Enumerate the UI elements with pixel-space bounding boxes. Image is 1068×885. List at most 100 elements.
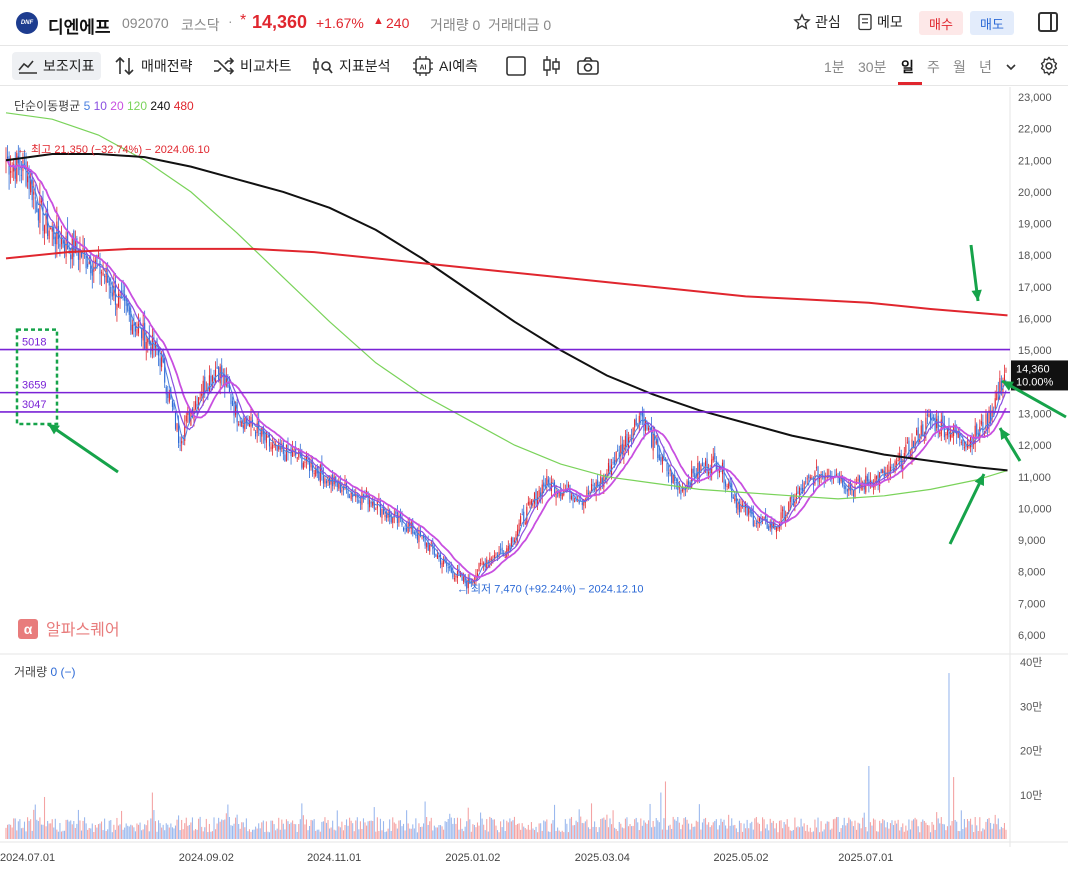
chart-type-button[interactable] <box>542 46 562 86</box>
volume-bar <box>701 822 703 839</box>
candle-body <box>73 230 75 257</box>
date-tick-label: 2025.03.04 <box>575 852 630 864</box>
candle-body <box>279 446 281 450</box>
volume-bar <box>205 818 207 839</box>
candle-body <box>806 478 808 480</box>
sell-button[interactable]: 매도 <box>970 11 1014 35</box>
volume-bar <box>646 823 648 839</box>
side-panel-toggle-icon[interactable] <box>1038 12 1058 32</box>
date-tick-label: 2024.07.01 <box>0 852 55 864</box>
volume-bar <box>145 825 147 839</box>
gear-icon[interactable] <box>1038 55 1060 77</box>
strategy-button[interactable]: 매매전략 <box>114 46 193 86</box>
volume-bar <box>424 801 426 839</box>
volume-bar <box>336 810 338 839</box>
volume-bar <box>768 830 770 839</box>
watch-button[interactable]: 관심 <box>793 12 841 32</box>
candle-body <box>353 493 355 495</box>
volume-bar <box>902 823 904 839</box>
volume-bar <box>97 824 99 839</box>
candle-body <box>574 500 576 502</box>
volume-bar <box>560 831 562 839</box>
screenshot-button[interactable] <box>577 46 599 86</box>
volume-bar <box>88 828 90 839</box>
timeframe-4[interactable]: 월 <box>953 57 966 77</box>
buy-button[interactable]: 매수 <box>919 11 963 35</box>
candle-body <box>963 447 965 449</box>
ma240-line <box>5 153 1008 472</box>
ai-label: AI예측 <box>439 58 478 74</box>
candle-body <box>731 483 733 498</box>
volume-bar <box>162 824 164 839</box>
candle-body <box>977 432 979 434</box>
chart-area[interactable]: 5018 3659 3047 23,000 22,000 21,000 20,000 19,… <box>0 87 1068 880</box>
volume-bar <box>905 825 907 839</box>
volume-bar <box>399 820 401 839</box>
volume-bar <box>758 823 761 839</box>
volume-bar <box>574 825 576 839</box>
volume-bar <box>379 818 381 839</box>
volume-bar <box>56 829 58 839</box>
volume-bar <box>285 819 287 839</box>
checkbox-icon <box>506 56 526 76</box>
candle-body <box>926 414 928 417</box>
checkbox-toggle[interactable] <box>505 46 527 86</box>
volume-bar <box>432 830 434 839</box>
memo-button[interactable]: 메모 <box>857 12 903 32</box>
volume-bar <box>848 817 850 839</box>
stock-code: 092070 <box>122 15 169 31</box>
volume-bar <box>128 826 130 839</box>
volume-bar <box>990 822 992 839</box>
compare-button[interactable]: 비교차트 <box>213 46 292 86</box>
timeframe-0[interactable]: 1분 <box>824 57 845 77</box>
indicator-button[interactable]: 보조지표 <box>12 52 101 80</box>
volume-bar <box>569 818 571 839</box>
volume-bar <box>694 826 696 839</box>
volume-bar <box>62 830 64 839</box>
timeframe-1[interactable]: 30분 <box>858 57 886 77</box>
volume-bar <box>600 819 602 839</box>
timeframe-2[interactable]: 일 <box>901 57 914 77</box>
volume-bar <box>22 827 24 839</box>
ai-forecast-button[interactable]: AI AI예측 <box>412 46 478 86</box>
analysis-button[interactable]: 지표분석 <box>312 46 391 86</box>
volume-bar <box>150 818 152 839</box>
volume-bar <box>410 828 412 839</box>
volume-bar <box>293 823 295 839</box>
candle-body <box>241 421 243 427</box>
timeframe-5[interactable]: 년 <box>979 57 992 77</box>
volume-bar <box>580 816 582 839</box>
date-tick-label: 2024.11.01 <box>307 852 361 864</box>
candle-body <box>509 545 511 550</box>
volume-bar <box>906 830 908 839</box>
volume-bar <box>19 819 21 839</box>
chevron-down-icon[interactable] <box>1004 60 1018 74</box>
volume-bar <box>555 831 557 839</box>
candle-body <box>737 503 739 510</box>
candle-body <box>655 441 657 444</box>
timeframe-3[interactable]: 주 <box>927 57 940 77</box>
volume-bar <box>714 820 716 839</box>
volume-bar <box>96 827 98 839</box>
volume-bar <box>668 825 670 839</box>
candle-body <box>238 423 240 425</box>
candle-body <box>219 366 221 384</box>
volume-bar <box>34 804 36 839</box>
volume-bar <box>973 832 975 839</box>
volume-bar <box>225 813 227 839</box>
stock-name[interactable]: 디엔에프 <box>48 13 111 38</box>
candle-body <box>845 486 847 489</box>
volume-bar <box>402 823 405 839</box>
price-chart[interactable]: 5018 3659 3047 23,000 22,000 21,000 20,000 19,… <box>0 87 1068 880</box>
candle-body <box>587 492 589 495</box>
volume-bar <box>421 826 423 839</box>
volume-bar <box>222 820 224 839</box>
volume-bar <box>384 831 386 839</box>
candle-body <box>490 559 492 561</box>
volume-bar <box>23 821 26 839</box>
candle-body <box>174 412 177 429</box>
volume-bar <box>913 819 915 839</box>
volume-bar <box>772 820 774 839</box>
volume-bar <box>404 830 406 839</box>
candle-body <box>718 470 720 473</box>
